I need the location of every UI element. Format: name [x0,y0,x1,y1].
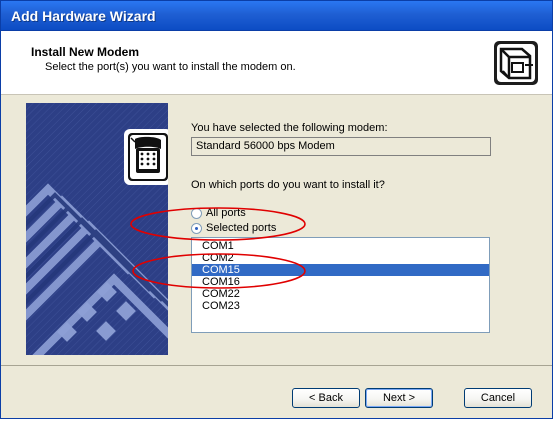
ports-question-label: On which ports do you want to install it… [191,179,385,191]
add-hardware-wizard-window: Add Hardware Wizard Install New Modem Se… [0,0,553,419]
radio-all-ports-indicator[interactable] [191,207,202,219]
wizard-content: You have selected the following modem: S… [191,95,536,365]
radio-all-ports[interactable]: All ports [191,205,246,221]
selected-modem-label: You have selected the following modem: [191,122,388,134]
port-item-com1[interactable]: COM1 [192,240,489,252]
port-item-com16[interactable]: COM16 [192,276,489,288]
left-art-panel [26,103,168,355]
wizard-footer: < Back Next > Cancel [1,365,552,418]
radio-all-ports-label: All ports [206,207,246,219]
back-button[interactable]: < Back [292,388,360,408]
wizard-body: You have selected the following modem: S… [1,95,552,365]
radio-selected-ports-indicator[interactable] [191,222,202,234]
ports-list[interactable]: COM1 COM2 COM15 COM16 COM22 COM23 [191,237,490,333]
hardware-wizard-icon [494,41,538,85]
cancel-button[interactable]: Cancel [464,388,532,408]
radio-selected-ports-label: Selected ports [206,222,277,234]
port-item-com23[interactable]: COM23 [192,300,489,312]
port-item-com2[interactable]: COM2 [192,252,489,264]
wizard-header: Install New Modem Select the port(s) you… [1,31,552,95]
title-bar: Add Hardware Wizard [1,1,552,31]
page-subtitle: Select the port(s) you want to install t… [45,61,296,73]
telephone-modem-icon [124,129,168,185]
port-item-com15[interactable]: COM15 [192,264,489,276]
radio-selected-ports[interactable]: Selected ports [191,220,276,236]
next-button[interactable]: Next > [365,388,433,408]
window-title: Add Hardware Wizard [11,8,156,24]
port-item-com22[interactable]: COM22 [192,288,489,300]
page-title: Install New Modem [31,45,140,59]
selected-modem-value: Standard 56000 bps Modem [191,137,491,156]
